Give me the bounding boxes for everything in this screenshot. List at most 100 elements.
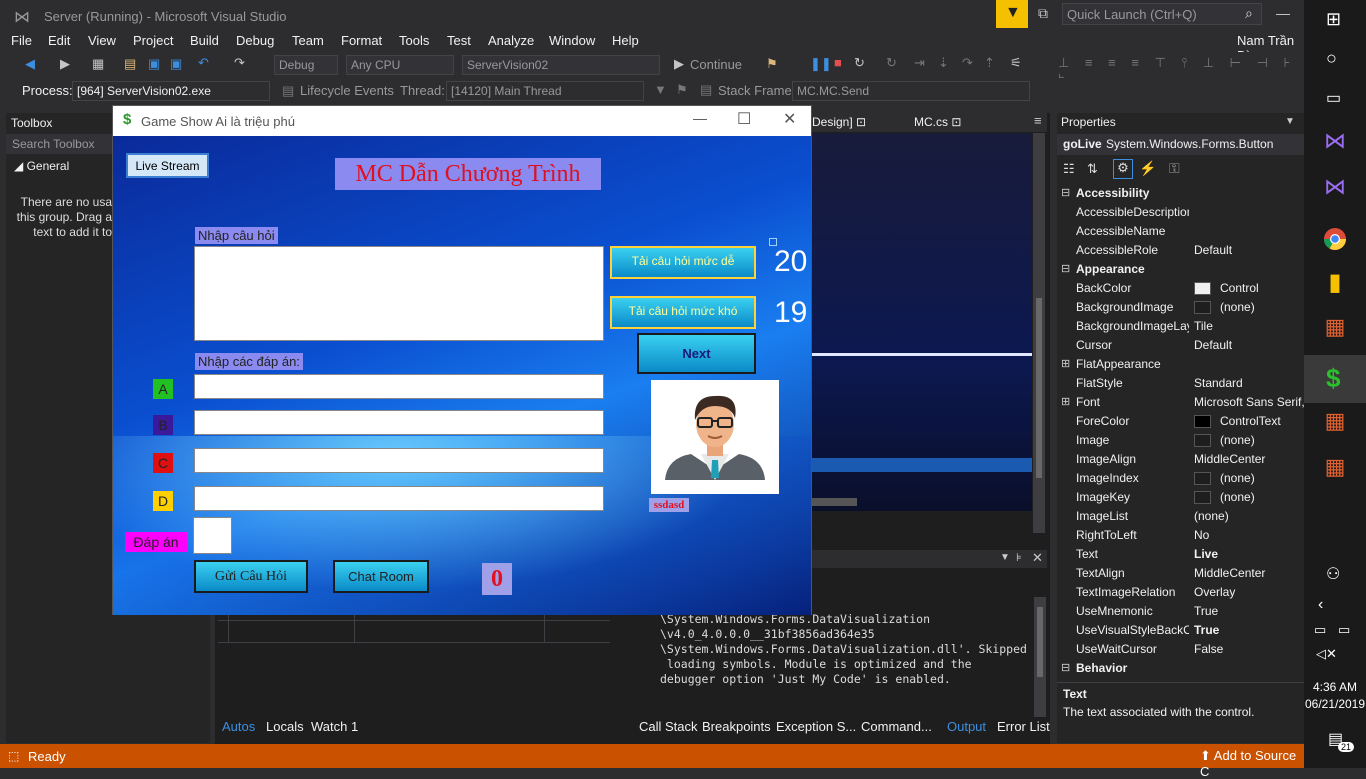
answer-a-input[interactable] <box>194 374 604 399</box>
property-row[interactable]: AccessibleName <box>1057 222 1304 241</box>
notifications-icon[interactable]: ⧉ <box>1038 5 1048 22</box>
step-out-icon[interactable]: ↷ <box>962 55 973 71</box>
tab-mc-cs[interactable]: MC.cs ⊡ <box>914 115 961 129</box>
property-value[interactable]: (none) <box>1220 300 1304 314</box>
flag-icon[interactable]: ⚑ <box>676 82 688 98</box>
property-row[interactable]: ⊞ FlatAppearance <box>1057 355 1304 374</box>
display-icon[interactable]: ▭ <box>1338 622 1350 638</box>
feedback-icon[interactable]: ▼ <box>996 0 1028 28</box>
answer-b-input[interactable] <box>194 410 604 435</box>
tab-watch1[interactable]: Watch 1 <box>311 719 358 734</box>
windows-start-icon[interactable]: ⊞ <box>1326 9 1341 30</box>
game-app-active[interactable]: $ <box>1304 355 1366 403</box>
undo-icon[interactable]: ↶ <box>198 55 209 71</box>
properties-object-select[interactable]: goLive System.Windows.Forms.Button <box>1057 134 1304 155</box>
live-stream-button[interactable]: Live Stream <box>126 153 209 178</box>
menu-format[interactable]: Format <box>341 33 382 48</box>
property-value[interactable]: (none) <box>1220 471 1304 485</box>
redo-icon[interactable]: ↷ <box>234 55 245 71</box>
property-value[interactable]: Standard <box>1194 376 1304 390</box>
menu-project[interactable]: Project <box>133 33 173 48</box>
tab-error-list[interactable]: Error List <box>997 719 1050 734</box>
next-button[interactable]: Next <box>637 333 756 374</box>
property-row[interactable]: RightToLeft No <box>1057 526 1304 545</box>
property-row[interactable]: ⊞ Font Microsoft Sans Serif, <box>1057 393 1304 412</box>
tab-exception-settings[interactable]: Exception S... <box>776 719 856 734</box>
game-minimize-button[interactable]: — <box>693 110 707 126</box>
property-category[interactable]: ⊟ Appearance <box>1057 260 1304 279</box>
property-row[interactable]: ImageList (none) <box>1057 507 1304 526</box>
property-row[interactable]: UseWaitCursor False <box>1057 640 1304 659</box>
show-hidden-icons[interactable]: ‹ <box>1318 596 1323 614</box>
pause-icon[interactable]: ❚❚ <box>810 56 832 72</box>
visual-studio-2-icon[interactable]: ⋈ <box>1318 174 1352 208</box>
back-icon[interactable]: ◀ <box>25 56 35 72</box>
property-value[interactable]: (none) <box>1220 433 1304 447</box>
open-file-icon[interactable]: ▤ <box>124 56 136 72</box>
tab-locals[interactable]: Locals <box>266 719 304 734</box>
add-to-source-control[interactable]: ⬆ Add to Source C <box>1200 748 1304 779</box>
menu-build[interactable]: Build <box>190 33 219 48</box>
stop-icon[interactable]: ■ <box>834 55 842 70</box>
tab-design[interactable]: Design] ⊡ <box>812 115 866 129</box>
property-value[interactable]: (none) <box>1194 509 1304 523</box>
continue-icon[interactable]: ▶ <box>674 56 684 72</box>
thread-select[interactable]: [14120] Main Thread <box>446 81 644 101</box>
property-value[interactable]: Tile <box>1194 319 1304 333</box>
attach-icon[interactable]: ⚑ <box>766 56 778 72</box>
properties-icon[interactable]: ⚙ <box>1113 159 1133 179</box>
property-value[interactable]: Default <box>1194 243 1304 257</box>
app-icon-1[interactable]: ▦ <box>1318 314 1352 348</box>
task-view-icon[interactable]: ▭ <box>1326 88 1341 108</box>
property-row[interactable]: AccessibleDescription <box>1057 203 1304 222</box>
app-icon-3[interactable]: ▦ <box>1318 454 1352 488</box>
property-value[interactable]: Live <box>1194 547 1304 561</box>
step-over-icon[interactable]: ⇣ <box>938 55 949 71</box>
events-icon[interactable]: ⚡ <box>1139 160 1156 177</box>
property-row[interactable]: BackgroundImage (none) <box>1057 298 1304 317</box>
property-value[interactable]: No <box>1194 528 1304 542</box>
pin-icon[interactable]: ⊧ <box>1016 551 1022 564</box>
property-row[interactable]: Text Live <box>1057 545 1304 564</box>
startup-project-select[interactable]: ServerVision02 <box>462 55 660 75</box>
answer-c-input[interactable] <box>194 448 604 473</box>
answer-d-input[interactable] <box>194 486 604 511</box>
property-value[interactable]: Default <box>1194 338 1304 352</box>
categorized-icon[interactable]: ☷ <box>1063 161 1075 177</box>
menu-test[interactable]: Test <box>447 33 471 48</box>
question-textbox[interactable] <box>194 246 604 341</box>
property-row[interactable]: Image (none) <box>1057 431 1304 450</box>
process-select[interactable]: [964] ServerVision02.exe <box>72 81 270 101</box>
property-row[interactable]: AccessibleRole Default <box>1057 241 1304 260</box>
tab-call-stack[interactable]: Call Stack <box>639 719 698 734</box>
restart-icon[interactable]: ↻ <box>854 55 865 71</box>
menu-tools[interactable]: Tools <box>399 33 429 48</box>
property-value[interactable]: (none) <box>1220 490 1304 504</box>
property-value[interactable]: MiddleCenter <box>1194 566 1304 580</box>
property-value[interactable]: ControlText <box>1220 414 1304 428</box>
game-window-titlebar[interactable]: $ Game Show Ai là triệu phú — ☐ ✕ <box>113 106 811 136</box>
output-scrollbar[interactable] <box>1034 597 1046 717</box>
cortana-icon[interactable]: ○ <box>1326 48 1337 69</box>
forward-icon[interactable]: ▶ <box>60 56 70 72</box>
property-category[interactable]: ⊟ Behavior <box>1057 659 1304 678</box>
property-value[interactable]: Microsoft Sans Serif, <box>1194 395 1304 409</box>
config-select[interactable]: Debug <box>274 55 338 75</box>
tab-dropdown-icon[interactable]: ≡ <box>1034 113 1042 128</box>
hex-icon[interactable]: ⚟ <box>1010 55 1022 71</box>
toolbox-group-general[interactable]: ◢ General <box>14 159 69 173</box>
collapse-icon[interactable]: ⊟ <box>1061 262 1070 275</box>
property-value[interactable]: False <box>1194 642 1304 656</box>
property-row[interactable]: ImageAlign MiddleCenter <box>1057 450 1304 469</box>
correct-answer-input[interactable] <box>193 517 232 554</box>
menu-team[interactable]: Team <box>292 33 324 48</box>
collapse-icon[interactable]: ⊟ <box>1061 661 1070 674</box>
minimize-button[interactable]: — <box>1276 5 1290 21</box>
quick-launch-input[interactable]: Quick Launch (Ctrl+Q) ⌕ <box>1062 3 1262 25</box>
property-row[interactable]: ImageKey (none) <box>1057 488 1304 507</box>
expand-icon[interactable]: ⊞ <box>1061 357 1070 370</box>
save-icon[interactable]: ▣ <box>148 56 160 72</box>
close-panel-icon[interactable]: ✕ <box>1032 550 1043 566</box>
property-row[interactable]: TextImageRelation Overlay <box>1057 583 1304 602</box>
menu-debug[interactable]: Debug <box>236 33 274 48</box>
